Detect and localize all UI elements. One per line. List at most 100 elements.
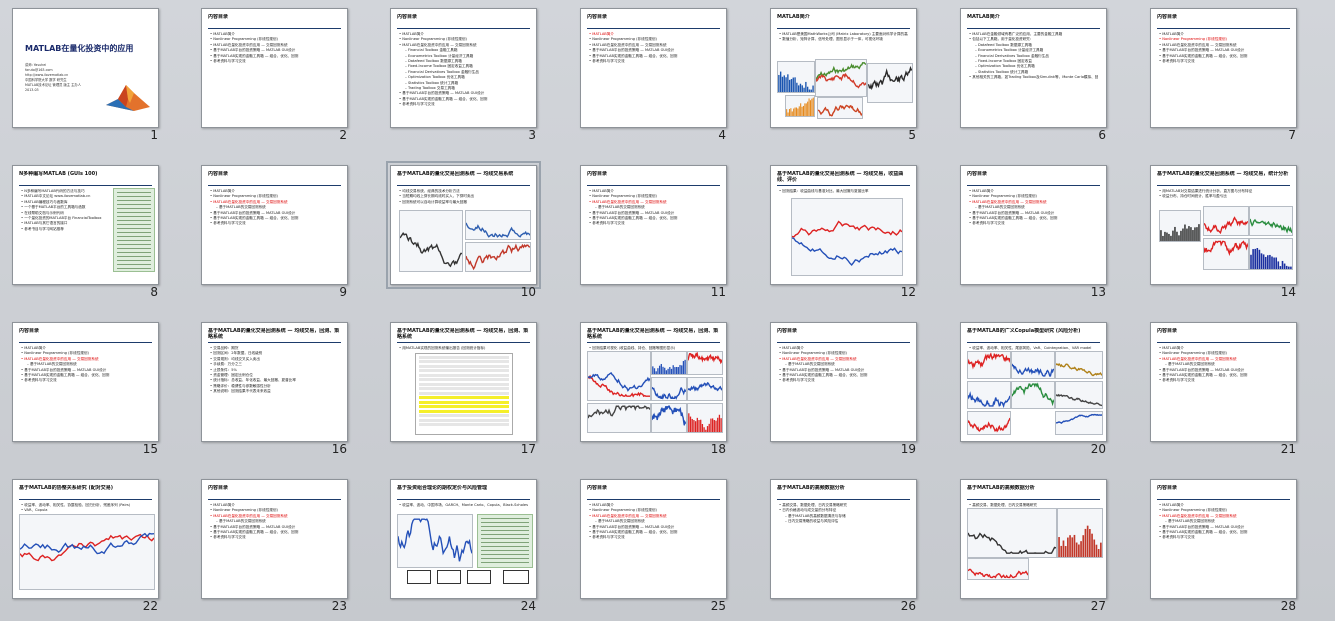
slide-canvas[interactable]: 内容目录 MATLAB简介Nonlinear Programming (非线性规划… (201, 479, 348, 599)
slide-number: 22 (142, 599, 158, 613)
slide-thumbnail-4[interactable]: 内容目录 MATLAB简介Nonlinear Programming (非线性规划… (568, 0, 728, 145)
slide-thumbnail-25[interactable]: 内容目录 MATLAB简介Nonlinear Programming (非线性规划… (568, 471, 728, 616)
chart-bar (1190, 227, 1192, 241)
slide-figure (1055, 351, 1103, 379)
slide-title: N多种编写MATLAB (GUIs 100) (19, 171, 98, 177)
slide-canvas[interactable]: 基于MATLAB的量化交易回测系统 — 均线交易系统均线交易系统，经典的技术分析… (386, 161, 541, 289)
slide-canvas[interactable]: 基于MATLAB的量化交易回测系统 — 均线交易，回测、策略系统回测结果可视化 … (580, 322, 727, 442)
slide-thumbnail-9[interactable]: 内容目录 MATLAB简介Nonlinear Programming (非线性规划… (189, 157, 349, 302)
slide-thumbnail-19[interactable]: 内容目录 MATLAB简介Nonlinear Programming (非线性规划… (758, 314, 918, 459)
slide-thumbnail-5[interactable]: MATLAB简介 MATLAB是美国MathWorks公司 (Matrix Lab… (758, 0, 918, 145)
slide-title: 基于MATLAB的量化交易回测系统 — 均线交易，回测、策略系统 (587, 328, 719, 340)
chart-bar (1097, 549, 1100, 557)
bullet-item: 收益分布、持仓时间统计、胜率与盈亏比 (1159, 194, 1288, 199)
slide-thumbnail-7[interactable]: 内容目录 MATLAB简介Nonlinear Programming (非线性规划… (1138, 0, 1298, 145)
slide-thumbnail-15[interactable]: 内容目录 MATLAB简介Nonlinear Programming (非线性规划… (0, 314, 160, 459)
chart-bar (1067, 537, 1069, 557)
slide-thumbnail-11[interactable]: 内容目录 MATLAB简介Nonlinear Programming (非线性规划… (568, 157, 728, 302)
slide-canvas[interactable]: 内容目录 MATLAB简介Nonlinear Programming (非线性规划… (580, 479, 727, 599)
slide-thumbnail-18[interactable]: 基于MATLAB的量化交易回测系统 — 均线交易，回测、策略系统回测结果可视化 … (568, 314, 728, 459)
slide-canvas[interactable]: 基于MATLAB的协整关系研究 (配对交易) 收益率、波动率、相关性、协整检验、回… (12, 479, 159, 599)
slide-thumbnail-27[interactable]: 基于MATLAB的高频数据分析高频交易、数据处理、日内交易策略研究27 (948, 471, 1108, 616)
slide-figure (1159, 210, 1201, 242)
slide-canvas[interactable]: 内容目录 MATLAB简介Nonlinear Programming (非线性规划… (580, 165, 727, 285)
chart-bar (788, 109, 791, 116)
slide-thumbnail-22[interactable]: 基于MATLAB的协整关系研究 (配对交易) 收益率、波动率、相关性、协整检验、回… (0, 471, 160, 616)
chart-thumbnail (968, 509, 1056, 557)
title-rule (587, 499, 720, 500)
slide-number: 2 (339, 128, 347, 142)
slide-thumbnail-8[interactable]: N多种编写MATLAB (GUIs 100) N多种编写MATLAB代码的方法与技… (0, 157, 160, 302)
panel-line (117, 260, 151, 261)
chart-bar (1250, 254, 1252, 269)
panel-line (117, 240, 151, 241)
slide-canvas[interactable]: 内容目录 MATLAB简介Nonlinear Programming (非线性规划… (770, 322, 917, 442)
slide-thumbnail-23[interactable]: 内容目录 MATLAB简介Nonlinear Programming (非线性规划… (189, 471, 349, 616)
chart-bar (681, 365, 683, 374)
chart-bar (672, 365, 674, 374)
slide-canvas[interactable]: 内容目录 MATLAB简介Nonlinear Programming (非线性规划… (201, 165, 348, 285)
slide-thumbnail-6[interactable]: MATLAB简介 MATLAB在金融领域有着广泛的应用，主要的金融工具箱包括以下工… (948, 0, 1108, 145)
slide-number: 7 (1288, 128, 1296, 142)
slide-canvas[interactable]: 内容目录 MATLAB简介Nonlinear Programming (非线性规划… (1150, 479, 1297, 599)
table-row (419, 369, 509, 372)
slide-canvas[interactable]: N多种编写MATLAB (GUIs 100) N多种编写MATLAB代码的方法与技… (12, 165, 159, 285)
slide-thumbnail-20[interactable]: 基于MATLAB的广义Copula模型研究 (风险分析)收益率、波动率、相关性、… (948, 314, 1108, 459)
slide-canvas[interactable]: 基于MATLAB的量化交易回测系统 — 均线交易，回测、策略系统交易品种：期货回… (201, 322, 348, 442)
slide-canvas[interactable]: 基于MATLAB的广义Copula模型研究 (风险分析)收益率、波动率、相关性、… (960, 322, 1107, 442)
slide-canvas[interactable]: MATLAB在量化投资中的应用 讲师: Yasuhei faruto@163.com… (12, 8, 159, 128)
chart-series-line (20, 534, 154, 554)
chart-bar (698, 420, 700, 432)
slide-canvas[interactable]: 内容目录 MATLAB简介Nonlinear Programming (非线性规划… (201, 8, 348, 128)
subtitle-line: 2013.03 (25, 88, 39, 92)
slide-canvas[interactable]: 基于MATLAB的量化交易回测系统 — 均线交易，收益曲线、评价回测结果：收益曲… (770, 165, 917, 285)
slide-title: 内容目录 (208, 171, 229, 177)
bullet-item: 参考资料与学习交流 (589, 59, 718, 64)
chart-bar (1186, 228, 1188, 241)
chart-thumbnail (1058, 525, 1102, 557)
slide-thumbnail-3[interactable]: 内容目录 MATLAB简介Nonlinear Programming (非线性规划… (378, 0, 538, 145)
slide-canvas[interactable]: MATLAB简介 MATLAB是美国MathWorks公司 (Matrix Lab… (770, 8, 917, 128)
slide-thumbnail-17[interactable]: 基于MATLAB的量化交易回测系统 — 均线交易，回测、策略系统用MATLAB实… (378, 314, 538, 459)
slide-canvas[interactable]: 基于MATLAB的高频数据分析高频交易、数据处理、日内交易策略研究日内价格波动与… (770, 479, 917, 599)
slide-canvas[interactable]: 基于MATLAB的量化交易回测系统 — 均线交易，回测、策略系统用MATLAB实… (390, 322, 537, 442)
slide-figure (815, 59, 867, 97)
bullet-item: 收益率、波动、中国市场、GARCH、Monte Carlo、Copula、Bla… (399, 503, 528, 508)
chart-series-line (1056, 415, 1102, 424)
slide-thumbnail-10[interactable]: 基于MATLAB的量化交易回测系统 — 均线交易系统均线交易系统，经典的技术分析… (378, 157, 541, 302)
slide-canvas[interactable]: 内容目录 MATLAB简介Nonlinear Programming (非线性规划… (12, 322, 159, 442)
slide-canvas[interactable]: 内容目录 MATLAB简介Nonlinear Programming (非线性规划… (960, 165, 1107, 285)
slide-thumbnail-26[interactable]: 基于MATLAB的高频数据分析高频交易、数据处理、日内交易策略研究日内价格波动与… (758, 471, 918, 616)
flow-box (503, 570, 529, 584)
slide-thumbnail-14[interactable]: 基于MATLAB的量化交易回测系统 — 均线交易，统计分析用MATLAB对交易结… (1138, 157, 1298, 302)
slide-canvas[interactable]: MATLAB简介 MATLAB在金融领域有着广泛的应用，主要的金融工具箱包括以下工… (960, 8, 1107, 128)
slide-thumbnail-12[interactable]: 基于MATLAB的量化交易回测系统 — 均线交易，收益曲线、评价回测结果：收益曲… (758, 157, 918, 302)
slide-thumbnail-16[interactable]: 基于MATLAB的量化交易回测系统 — 均线交易，回测、策略系统交易品种：期货回… (189, 314, 349, 459)
slide-canvas[interactable]: 内容目录 MATLAB简介Nonlinear Programming (非线性规划… (390, 8, 537, 128)
slide-canvas[interactable]: 基于MATLAB的高频数据分析高频交易、数据处理、日内交易策略研究 (960, 479, 1107, 599)
slide-thumbnail-13[interactable]: 内容目录 MATLAB简介Nonlinear Programming (非线性规划… (948, 157, 1108, 302)
slide-thumbnail-24[interactable]: 基于投资组合理论的期权定价与风险管理收益率、波动、中国市场、GARCH、Mont… (378, 471, 538, 616)
slide-canvas[interactable]: 内容目录 MATLAB简介Nonlinear Programming (非线性规划… (1150, 322, 1297, 442)
slide-canvas[interactable]: 内容目录 MATLAB简介Nonlinear Programming (非线性规划… (1150, 8, 1297, 128)
report-table (415, 353, 513, 435)
slide-thumbnail-21[interactable]: 内容目录 MATLAB简介Nonlinear Programming (非线性规划… (1138, 314, 1298, 459)
slide-thumbnail-28[interactable]: 内容目录 MATLAB简介Nonlinear Programming (非线性规划… (1138, 471, 1298, 616)
slide-canvas[interactable]: 基于投资组合理论的期权定价与风险管理收益率、波动、中国市场、GARCH、Mont… (390, 479, 537, 599)
slide-title: 内容目录 (1157, 485, 1178, 491)
chart-bar (693, 420, 695, 432)
chart-thumbnail (968, 352, 1010, 378)
slide-thumbnail-2[interactable]: 内容目录 MATLAB简介Nonlinear Programming (非线性规划… (189, 0, 349, 145)
chart-bar (694, 421, 697, 432)
chart-bar (801, 85, 803, 92)
slide-canvas[interactable]: 基于MATLAB的量化交易回测系统 — 均线交易，统计分析用MATLAB对交易结… (1150, 165, 1297, 285)
slide-number: 14 (1280, 285, 1296, 299)
slide-canvas[interactable]: 内容目录 MATLAB简介Nonlinear Programming (非线性规划… (580, 8, 727, 128)
panel-line (481, 534, 529, 535)
panel-line (481, 558, 529, 559)
bullet-item: 参考书目与学习网站推荐 (21, 227, 110, 232)
chart-bar (657, 368, 659, 374)
panel-line (117, 252, 151, 253)
bullet-item: 其他说明：回测结果不代表未来收益 (210, 389, 339, 394)
slide-thumbnail-1[interactable]: MATLAB在量化投资中的应用 讲师: Yasuhei faruto@163.com… (0, 0, 160, 145)
